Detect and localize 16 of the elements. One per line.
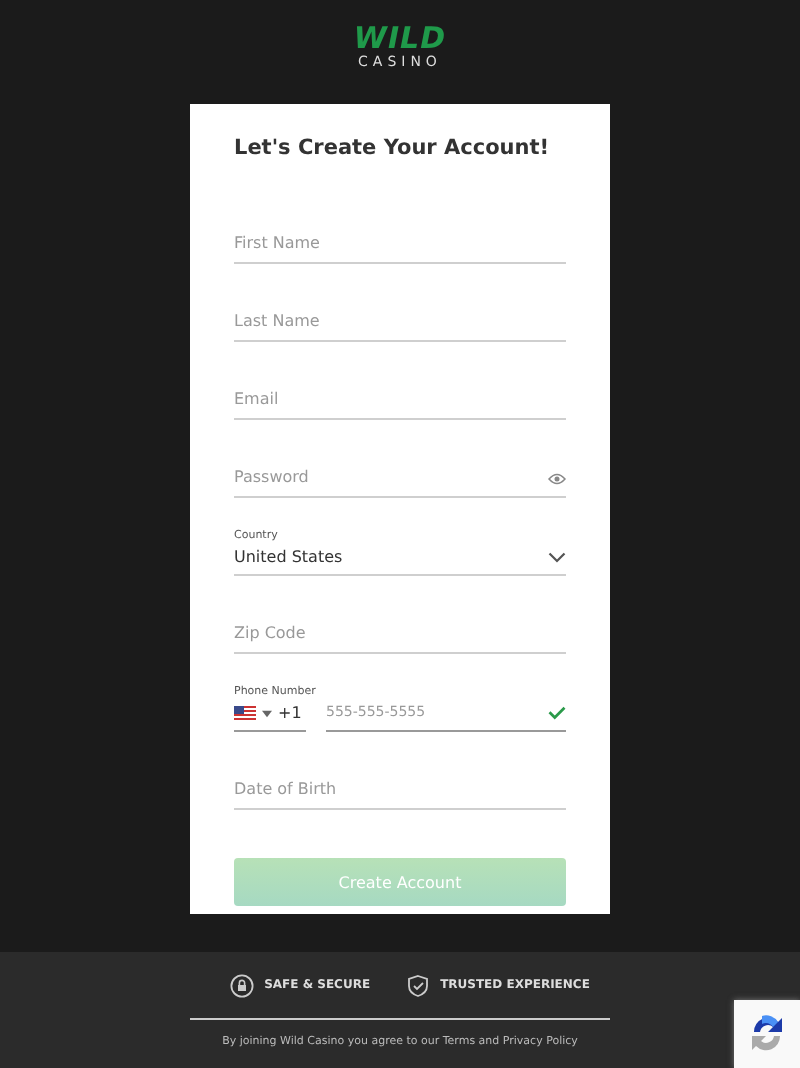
shield-check-icon xyxy=(406,973,431,997)
eye-icon[interactable] xyxy=(548,472,566,486)
lock-icon xyxy=(230,973,255,997)
text-field[interactable]: Last Name xyxy=(234,312,566,342)
password-field[interactable]: Password xyxy=(234,468,566,498)
caret-icon xyxy=(262,709,272,717)
text-field[interactable]: Email xyxy=(234,390,566,420)
country-select[interactable]: United States xyxy=(234,548,566,576)
flag-icon xyxy=(234,706,256,720)
chevron-down-icon xyxy=(548,551,566,563)
text-field[interactable]: Zip Code xyxy=(234,624,566,654)
text-field[interactable]: Date of Birth xyxy=(234,780,566,810)
recaptcha-icon xyxy=(734,1000,800,1068)
country-code-picker[interactable]: +1 xyxy=(234,704,306,732)
text-field[interactable]: First Name xyxy=(234,234,566,264)
form-title: Let's Create Your Account! xyxy=(234,134,552,164)
